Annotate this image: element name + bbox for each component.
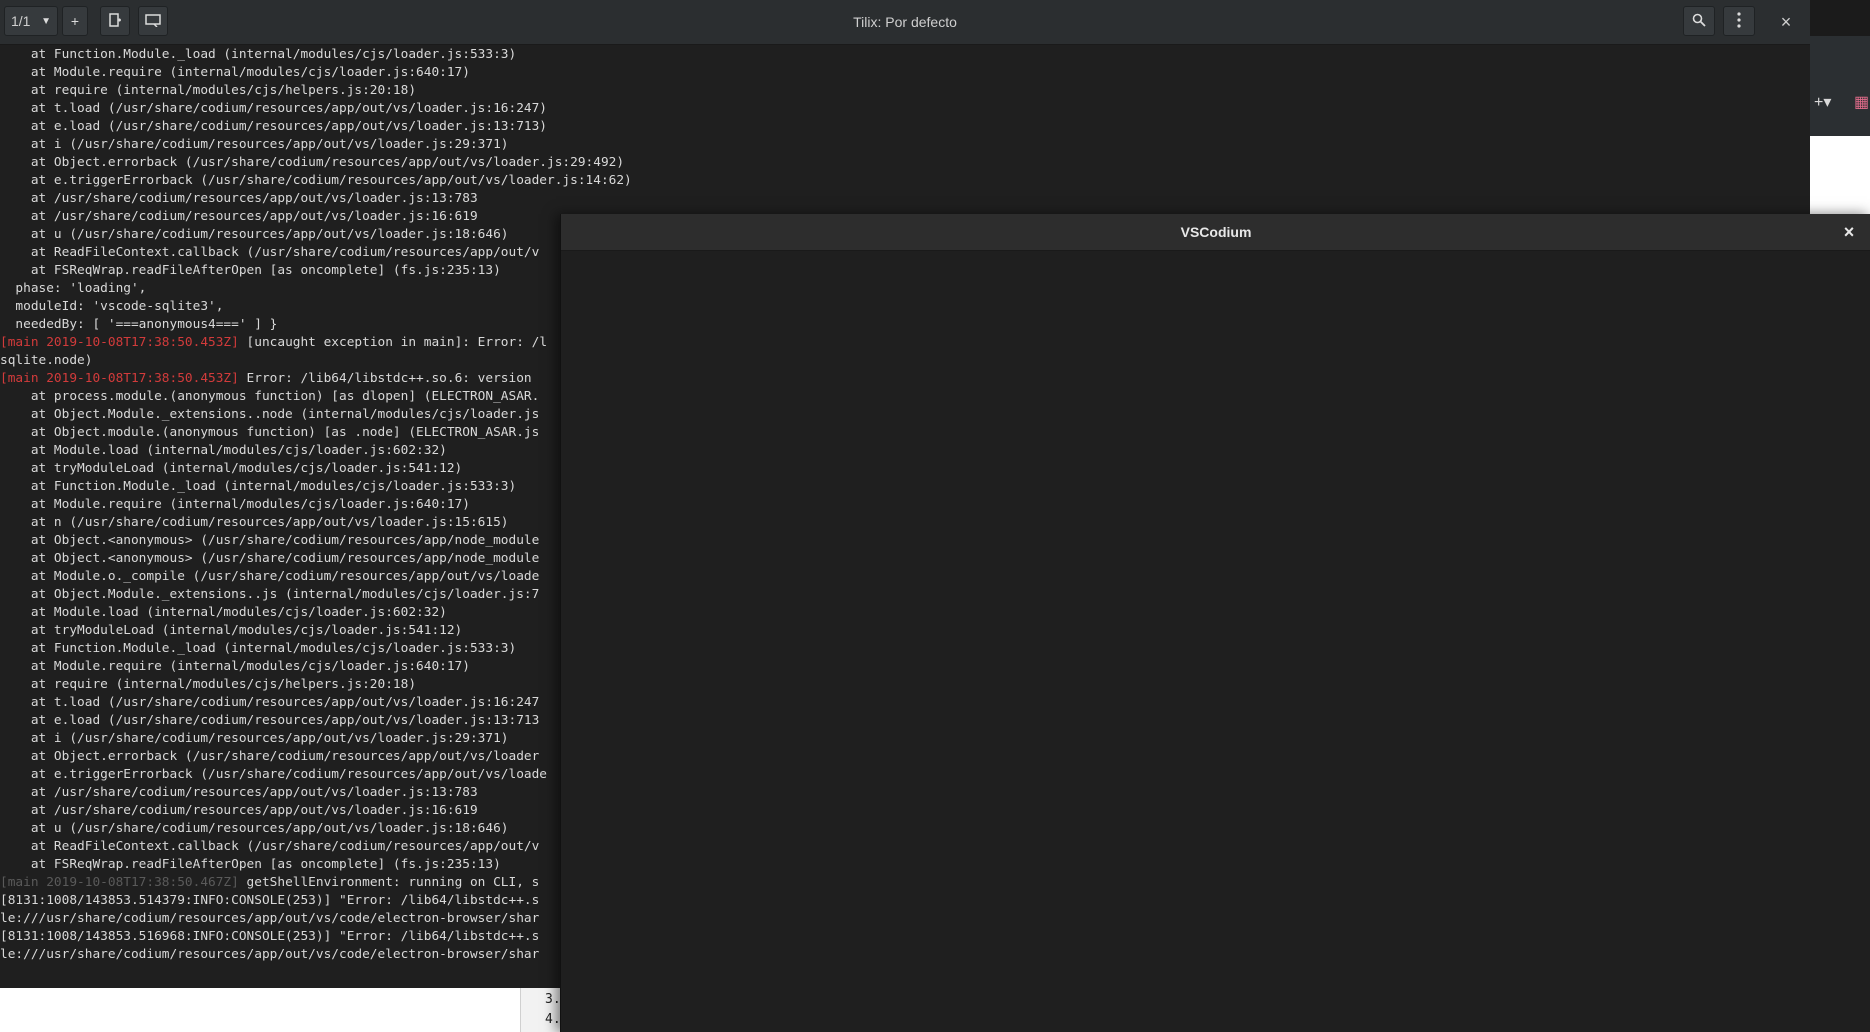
list-number: 3. xyxy=(545,992,561,1007)
terminal-line-text: at Module.require (internal/modules/cjs/… xyxy=(0,497,470,512)
terminal-line: at /usr/share/codium/resources/app/out/v… xyxy=(0,190,1810,208)
chevron-down-icon: ▼ xyxy=(41,15,51,27)
terminal-line-text: at /usr/share/codium/resources/app/out/v… xyxy=(0,209,478,224)
list-number: 4. xyxy=(545,1012,561,1027)
terminal-line-text: at u (/usr/share/codium/resources/app/ou… xyxy=(0,821,509,836)
terminal-line-text: at u (/usr/share/codium/resources/app/ou… xyxy=(0,227,509,242)
find-button[interactable] xyxy=(1683,6,1715,36)
vscodium-titlebar[interactable]: VSCodium × xyxy=(561,214,1870,251)
terminal-line-text: at Object.module.(anonymous function) [a… xyxy=(0,425,540,440)
terminal-line-text: at Module.require (internal/modules/cjs/… xyxy=(0,659,470,674)
vscodium-window: VSCodium × xyxy=(560,214,1870,1032)
desktop: ⚛ +▾ ▦ 3. 4. 1/1 ▼ + xyxy=(0,0,1870,1032)
terminal-line-text: at require (internal/modules/cjs/helpers… xyxy=(0,83,417,98)
log-timestamp: [main 2019-10-08T17:38:50.467Z] xyxy=(0,875,239,890)
session-count: 1/1 xyxy=(11,13,31,29)
terminal-line-text: at Object.<anonymous> (/usr/share/codium… xyxy=(0,551,540,566)
terminal-line-text: neededBy: [ '===anonymous4===' ] } xyxy=(0,317,278,332)
vscodium-close-button[interactable]: × xyxy=(1835,218,1863,246)
terminal-line: at e.triggerErrorback (/usr/share/codium… xyxy=(0,172,1810,190)
terminal-line: at i (/usr/share/codium/resources/app/ou… xyxy=(0,136,1810,154)
terminal-line-text: at ReadFileContext.callback (/usr/share/… xyxy=(0,245,540,260)
terminal-line-text: [uncaught exception in main]: Error: /l xyxy=(238,335,548,350)
terminal-line-text: at /usr/share/codium/resources/app/out/v… xyxy=(0,191,478,206)
terminal-line-text: at ReadFileContext.callback (/usr/share/… xyxy=(0,839,540,854)
log-timestamp: [main 2019-10-08T17:38:50.453Z] xyxy=(0,371,239,386)
terminal-line-text: _ xyxy=(0,983,8,986)
background-app-topbar: ⚛ xyxy=(1810,0,1870,59)
terminal-line-text: getShellEnvironment: running on CLI, s xyxy=(238,875,540,890)
terminal-line-text: at e.triggerErrorback (/usr/share/codium… xyxy=(0,173,632,188)
terminal-line: at Function.Module._load (internal/modul… xyxy=(0,46,1810,64)
terminal-line-text: sqlite.node) xyxy=(0,353,93,368)
terminal-line: at e.load (/usr/share/codium/resources/a… xyxy=(0,118,1810,136)
add-terminal-button[interactable]: + xyxy=(62,6,88,36)
terminal-line: at Module.require (internal/modules/cjs/… xyxy=(0,64,1810,82)
terminal-line-text: at Function.Module._load (internal/modul… xyxy=(0,479,517,494)
terminal-line-text: Error: /lib64/libstdc++.so.6: version xyxy=(238,371,540,386)
background-document-window: 3. 4. xyxy=(0,988,563,1032)
log-timestamp: [main 2019-10-08T17:38:50.453Z] xyxy=(0,335,239,350)
terminal-line-text: at e.load (/usr/share/codium/resources/a… xyxy=(0,713,540,728)
search-icon xyxy=(1692,13,1706,30)
terminal-line-text: at Object.<anonymous> (/usr/share/codium… xyxy=(0,533,540,548)
tilix-close-button[interactable]: × xyxy=(1772,8,1800,36)
terminal-line-text: at Object.errorback (/usr/share/codium/r… xyxy=(0,155,625,170)
terminal-line-text: at n (/usr/share/codium/resources/app/ou… xyxy=(0,515,509,530)
tilix-headerbar: 1/1 ▼ + Tilix: Por defecto × xyxy=(0,0,1810,45)
terminal-line-text: at Function.Module._load (internal/modul… xyxy=(0,641,517,656)
terminal-line-text: le:///usr/share/codium/resources/app/out… xyxy=(0,947,540,962)
terminal-line-text: at e.triggerErrorback (/usr/share/codium… xyxy=(0,767,548,782)
terminal-line-text: at FSReqWrap.readFileAfterOpen [as oncom… xyxy=(0,263,501,278)
background-app-toolbar: +▾ ▦ xyxy=(1810,36,1870,136)
plus-icon: + xyxy=(70,13,80,29)
terminal-line-text: at tryModuleLoad (internal/modules/cjs/l… xyxy=(0,623,463,638)
terminal-line-text: at i (/usr/share/codium/resources/app/ou… xyxy=(0,731,509,746)
terminal-line-text: [8131:1008/143853.516968:INFO:CONSOLE(25… xyxy=(0,929,540,944)
terminal-line-text: at process.module.(anonymous function) [… xyxy=(0,389,540,404)
terminal-line-text: [8131:1008/143853.514379:INFO:CONSOLE(25… xyxy=(0,893,540,908)
add-dropdown-icon[interactable]: +▾ xyxy=(1814,94,1831,112)
close-icon: × xyxy=(1843,222,1855,242)
terminal-line-text: moduleId: 'vscode-sqlite3', xyxy=(0,299,224,314)
terminal-line-text: le:///usr/share/codium/resources/app/out… xyxy=(0,911,540,926)
terminal-line: at require (internal/modules/cjs/helpers… xyxy=(0,82,1810,100)
terminal-line-text: at t.load (/usr/share/codium/resources/a… xyxy=(0,695,540,710)
add-session-button[interactable] xyxy=(100,6,130,36)
terminal-line-text: at /usr/share/codium/resources/app/out/v… xyxy=(0,803,478,818)
terminal-line-text: at Module.o._compile (/usr/share/codium/… xyxy=(0,569,540,584)
menu-button[interactable] xyxy=(1723,6,1755,36)
terminal-line-text: at Module.load (internal/modules/cjs/loa… xyxy=(0,443,447,458)
terminal-line-text: at e.load (/usr/share/codium/resources/a… xyxy=(0,119,548,134)
terminal-line-text: at /usr/share/codium/resources/app/out/v… xyxy=(0,785,478,800)
terminal-line-text: at Module.require (internal/modules/cjs/… xyxy=(0,65,470,80)
sessions-sidebar-button[interactable] xyxy=(138,6,168,36)
terminal-line: at Object.errorback (/usr/share/codium/r… xyxy=(0,154,1810,172)
terminal-line-text: at Object.Module._extensions..js (intern… xyxy=(0,587,540,602)
terminal-line-text: at Function.Module._load (internal/modul… xyxy=(0,47,517,62)
kebab-menu-icon xyxy=(1737,11,1741,31)
terminal-line-text: at t.load (/usr/share/codium/resources/a… xyxy=(0,101,548,116)
terminal-line-text: at Object.errorback (/usr/share/codium/r… xyxy=(0,749,540,764)
close-icon: × xyxy=(1780,11,1792,32)
vscodium-title: VSCodium xyxy=(1180,224,1252,240)
session-switcher-button[interactable]: 1/1 ▼ xyxy=(4,6,58,36)
document-gutter: 3. 4. xyxy=(520,988,563,1032)
terminal-line-text: at require (internal/modules/cjs/helpers… xyxy=(0,677,417,692)
terminal-line-text: at Module.load (internal/modules/cjs/loa… xyxy=(0,605,447,620)
sidebar-icon xyxy=(145,13,161,30)
terminal-line-text: at FSReqWrap.readFileAfterOpen [as oncom… xyxy=(0,857,501,872)
window-title: Tilix: Por defecto xyxy=(853,14,957,30)
vscodium-content[interactable] xyxy=(561,251,1870,1032)
calendar-icon[interactable]: ▦ xyxy=(1854,94,1869,112)
terminal-line-text: phase: 'loading', xyxy=(0,281,147,296)
terminal-line-text: at Object.Module._extensions..node (inte… xyxy=(0,407,540,422)
terminal-line: at t.load (/usr/share/codium/resources/a… xyxy=(0,100,1810,118)
terminal-line-text: at i (/usr/share/codium/resources/app/ou… xyxy=(0,137,509,152)
terminal-line-text: at tryModuleLoad (internal/modules/cjs/l… xyxy=(0,461,463,476)
add-session-icon xyxy=(108,12,122,30)
